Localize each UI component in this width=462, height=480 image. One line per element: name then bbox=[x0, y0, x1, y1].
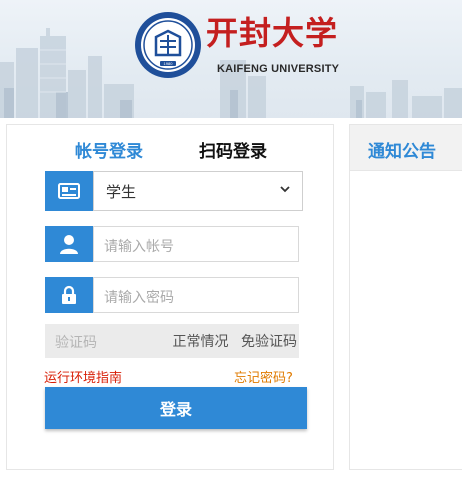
lock-icon bbox=[45, 277, 93, 313]
username-input[interactable]: 请输入帐号 bbox=[93, 226, 299, 262]
forgot-password-link[interactable]: 忘记密码? bbox=[234, 367, 293, 386]
captcha-placeholder: 验证码 bbox=[55, 335, 97, 351]
captcha-options: 正常情况 免验证码 bbox=[165, 331, 297, 351]
svg-text:1980: 1980 bbox=[164, 61, 174, 66]
notice-title[interactable]: 通知公告 bbox=[368, 137, 436, 162]
notice-panel: 通知公告 bbox=[349, 124, 462, 470]
username-row: 请输入帐号 bbox=[45, 226, 299, 262]
role-select-value: 学生 bbox=[106, 183, 137, 201]
login-button[interactable]: 登录 bbox=[45, 387, 307, 429]
site-header: 1980 开封大学 KAIFENG UNIVERSITY bbox=[0, 0, 462, 118]
login-panel: 帐号登录 扫码登录 学生 请输入帐号 请输入密码 验证码 正常情况 免验证码 运… bbox=[6, 124, 334, 470]
chevron-down-icon bbox=[280, 186, 290, 193]
password-placeholder: 请输入密码 bbox=[104, 290, 174, 306]
role-select[interactable]: 学生 bbox=[45, 171, 303, 211]
captcha-exempt-text: 免验证码 bbox=[241, 334, 297, 350]
university-name-subtitle: KAIFENG UNIVERSITY bbox=[217, 63, 340, 75]
role-select-field[interactable]: 学生 bbox=[93, 171, 303, 211]
captcha-input[interactable]: 验证码 正常情况 免验证码 bbox=[45, 324, 299, 358]
username-placeholder: 请输入帐号 bbox=[104, 239, 174, 255]
password-row: 请输入密码 bbox=[45, 277, 299, 313]
id-card-icon bbox=[45, 171, 93, 211]
university-seal-logo: 1980 bbox=[135, 12, 201, 78]
environment-guide-link[interactable]: 运行环境指南 bbox=[44, 367, 122, 386]
captcha-status-text: 正常情况 bbox=[172, 334, 229, 350]
password-input[interactable]: 请输入密码 bbox=[93, 277, 299, 313]
tab-qr-login[interactable]: 扫码登录 bbox=[199, 137, 267, 162]
user-icon bbox=[45, 226, 93, 262]
notice-header: 通知公告 bbox=[350, 125, 462, 171]
university-name-title: 开封大学 bbox=[206, 14, 339, 52]
tab-account-login[interactable]: 帐号登录 bbox=[75, 137, 143, 162]
